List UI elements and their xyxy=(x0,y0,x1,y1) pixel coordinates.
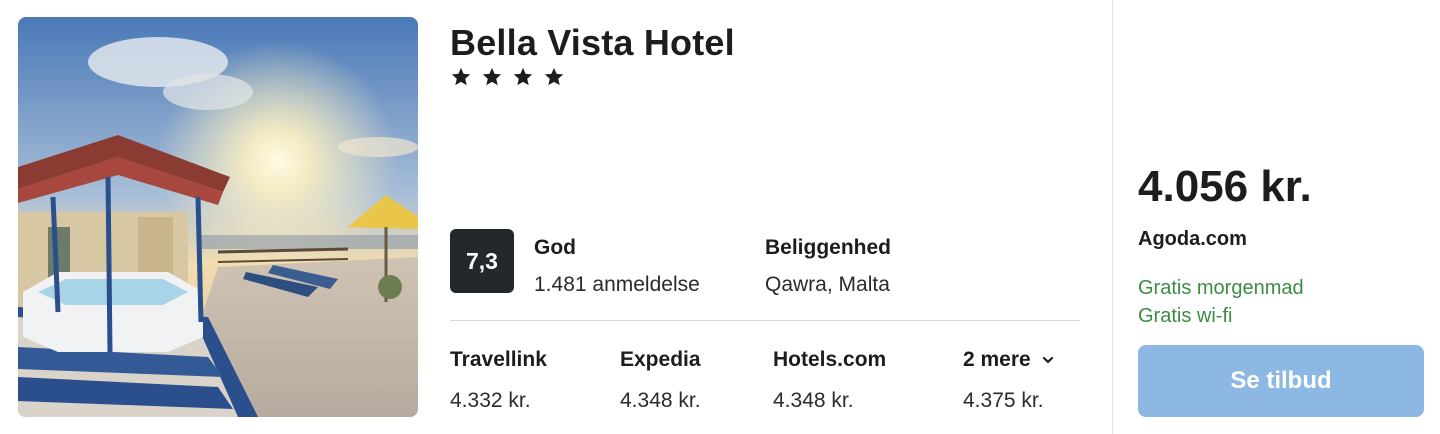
hotel-name[interactable]: Bella Vista Hotel xyxy=(450,22,735,64)
provider-deal-travellink[interactable]: Travellink 4.332 kr. xyxy=(450,348,547,413)
star-icon xyxy=(482,67,502,86)
hotel-result-card[interactable]: Bella Vista Hotel 7,3 God 1.481 anmeldel… xyxy=(0,0,1440,434)
provider-name: Hotels.com xyxy=(773,348,887,371)
star-icon xyxy=(451,67,471,86)
rating-word: God xyxy=(534,236,576,259)
provider-name: Expedia xyxy=(620,348,701,371)
location-label: Beliggenhed xyxy=(765,236,892,259)
star-icon xyxy=(513,67,533,86)
best-price-source: Agoda.com xyxy=(1138,228,1247,250)
more-providers-label-row: 2 mere xyxy=(963,348,1055,372)
provider-price: 4.375 kr. xyxy=(963,389,1044,412)
location-value: Qawra, Malta xyxy=(765,273,890,296)
provider-price: 4.348 kr. xyxy=(620,389,701,412)
provider-deal-expedia[interactable]: Expedia 4.348 kr. xyxy=(620,348,701,413)
provider-price: 4.348 kr. xyxy=(773,389,854,412)
chevron-down-icon xyxy=(1042,356,1053,364)
provider-name: Travellink xyxy=(450,348,547,371)
rating-score-badge: 7,3 xyxy=(450,229,514,293)
column-divider xyxy=(1112,0,1113,434)
perk-wifi: Gratis wi-fi xyxy=(1138,305,1233,327)
perk-breakfast: Gratis morgenmad xyxy=(1138,277,1304,299)
provider-price: 4.332 kr. xyxy=(450,389,531,412)
star-rating xyxy=(450,66,565,88)
more-providers-toggle[interactable]: 2 mere 4.375 kr. xyxy=(963,348,1055,413)
review-count[interactable]: 1.481 anmeldelse xyxy=(534,273,700,297)
star-icon xyxy=(544,67,564,86)
more-providers-label: 2 mere xyxy=(963,348,1031,371)
divider xyxy=(450,320,1080,321)
hotel-photo[interactable] xyxy=(18,17,418,417)
provider-deal-hotels-com[interactable]: Hotels.com 4.348 kr. xyxy=(773,348,886,413)
view-deal-button[interactable]: Se tilbud xyxy=(1138,345,1424,417)
best-price: 4.056 kr. xyxy=(1138,162,1312,211)
